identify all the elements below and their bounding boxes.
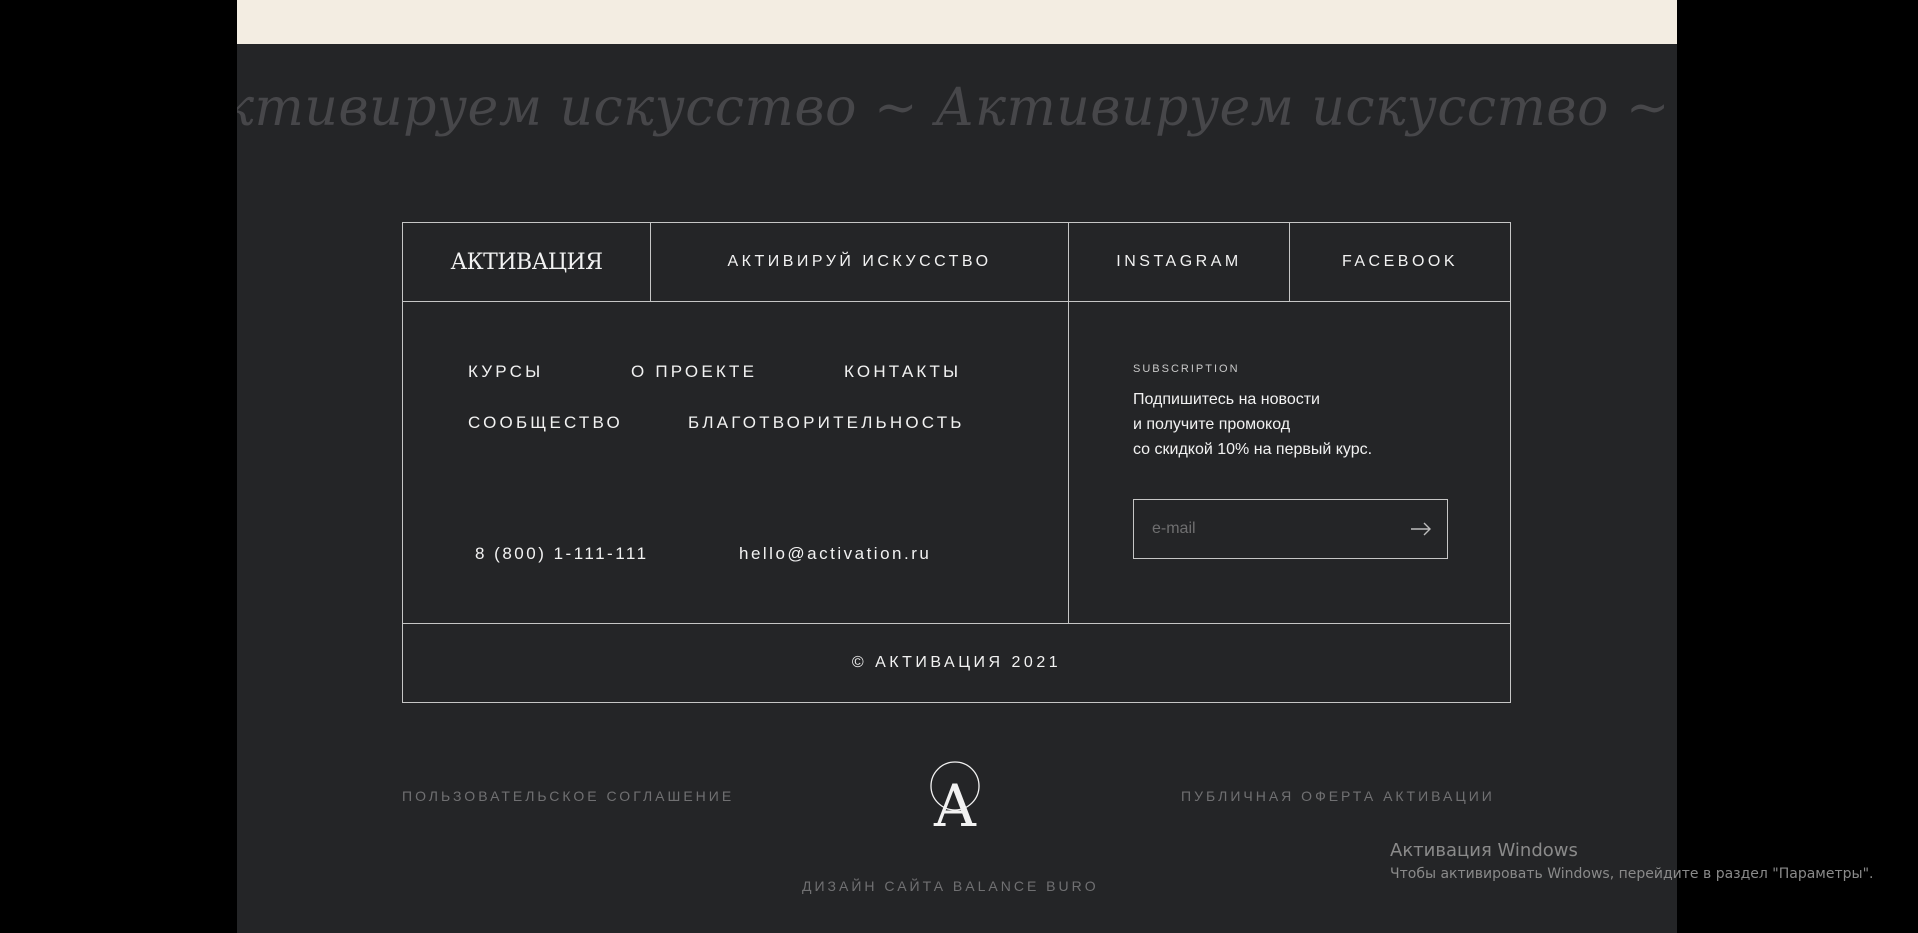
subscription-label: SUBSCRIPTION xyxy=(1133,363,1240,375)
instagram-label: INSTAGRAM xyxy=(1116,253,1242,270)
slogan-text: АКТИВИРУЙ ИСКУССТВО xyxy=(727,253,992,270)
footer-panel: АКТИВАЦИЯ АКТИВИРУЙ ИСКУССТВО INSTAGRAM … xyxy=(402,222,1511,703)
nav-courses[interactable]: КУРСЫ xyxy=(468,362,543,382)
logo-text: АКТИВАЦИЯ xyxy=(450,249,603,275)
nav-contacts[interactable]: КОНТАКТЫ xyxy=(844,362,961,382)
marquee-text: ктивируем искусство ~ Активируем искусст… xyxy=(237,78,1677,138)
arrow-right-icon xyxy=(1411,522,1431,536)
subscription-line: и получите промокод xyxy=(1133,416,1291,433)
facebook-link[interactable]: FACEBOOK xyxy=(1290,223,1510,301)
windows-activation-text: Чтобы активировать Windows, перейдите в … xyxy=(1390,866,1874,882)
nav-charity[interactable]: БЛАГОТВОРИТЕЛЬНОСТЬ xyxy=(688,413,965,433)
phone-link[interactable]: 8 (800) 1-111-111 xyxy=(475,544,649,564)
subscription-line: со скидкой 10% на первый курс. xyxy=(1133,441,1373,458)
user-agreement-link[interactable]: ПОЛЬЗОВАТЕЛЬСКОЕ СОГЛАШЕНИЕ xyxy=(402,788,734,804)
monogram-logo-icon: A xyxy=(930,761,980,828)
subscription-line: Подпишитесь на новости xyxy=(1133,391,1320,408)
logo-cell[interactable]: АКТИВАЦИЯ xyxy=(403,223,650,301)
subscription-text: Подпишитесь на новости и получите промок… xyxy=(1133,387,1372,462)
copyright-text: © АКТИВАЦИЯ 2021 xyxy=(851,653,1062,671)
nav-community[interactable]: СООБЩЕСТВО xyxy=(468,413,623,433)
top-band xyxy=(237,0,1677,44)
slogan-cell: АКТИВИРУЙ ИСКУССТВО xyxy=(651,223,1068,301)
windows-activation-title: Активация Windows xyxy=(1390,840,1578,861)
instagram-link[interactable]: INSTAGRAM xyxy=(1069,223,1289,301)
nav-about[interactable]: О ПРОЕКТЕ xyxy=(631,362,757,382)
copyright-cell: © АКТИВАЦИЯ 2021 xyxy=(403,623,1510,702)
public-offer-link[interactable]: ПУБЛИЧНАЯ ОФЕРТА АКТИВАЦИИ xyxy=(1181,788,1495,804)
email-form xyxy=(1133,499,1448,559)
divider xyxy=(403,301,1510,302)
page: ктивируем искусство ~ Активируем искусст… xyxy=(237,0,1677,933)
submit-button[interactable] xyxy=(1395,500,1447,558)
email-link[interactable]: hello@activation.ru xyxy=(739,544,931,564)
email-input[interactable] xyxy=(1134,499,1395,559)
design-credit-link[interactable]: ДИЗАЙН САЙТА BALANCE BURO xyxy=(802,878,1099,894)
facebook-label: FACEBOOK xyxy=(1341,253,1459,270)
monogram-letter: A xyxy=(933,772,977,828)
